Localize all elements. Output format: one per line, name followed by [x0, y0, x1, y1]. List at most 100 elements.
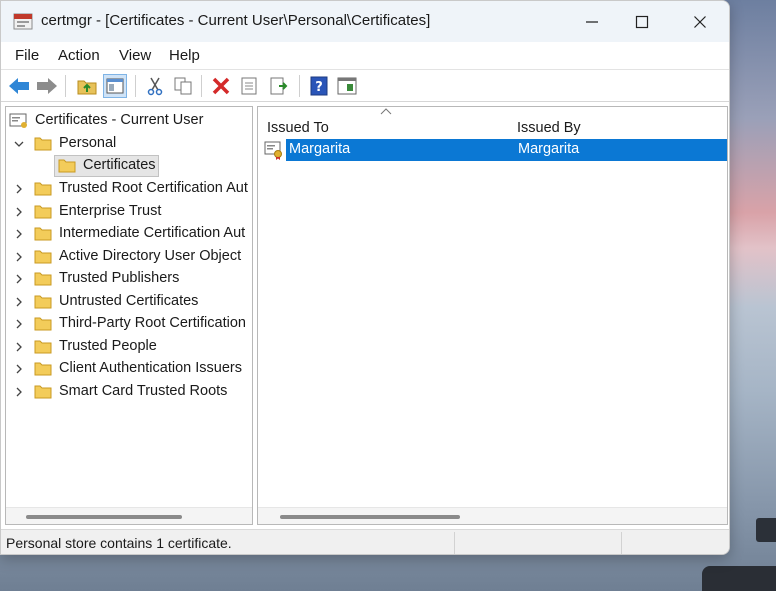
- toolbar-separator: [65, 75, 66, 97]
- folder-icon: [34, 272, 52, 286]
- menu-bar: File Action View Help: [1, 42, 729, 69]
- tree-item-label: Third-Party Root Certification: [59, 315, 246, 331]
- close-button[interactable]: [675, 1, 725, 42]
- folder-icon: [34, 182, 52, 196]
- tree-item[interactable]: Trusted Root Certification Aut: [6, 178, 252, 200]
- desktop-background-rock: [756, 518, 776, 542]
- back-button[interactable]: [7, 74, 31, 98]
- chevron-right-icon[interactable]: [13, 341, 25, 353]
- tree-root[interactable]: Certificates - Current User: [6, 110, 252, 132]
- status-bar: Personal store contains 1 certificate.: [1, 529, 729, 554]
- column-header-issued-by[interactable]: Issued By: [508, 107, 727, 139]
- back-arrow-icon: [9, 78, 29, 94]
- status-text: Personal store contains 1 certificate.: [6, 535, 232, 551]
- column-header-label: Issued To: [267, 120, 329, 136]
- properties-icon: [241, 77, 257, 95]
- help-button[interactable]: ?: [307, 74, 331, 98]
- tree-item-personal[interactable]: Personal: [6, 133, 252, 155]
- chevron-right-icon[interactable]: [13, 386, 25, 398]
- tree-item-label: Intermediate Certification Aut: [59, 225, 246, 241]
- properties-button[interactable]: [237, 74, 261, 98]
- tree-item-certificates[interactable]: Certificates: [6, 155, 252, 177]
- menu-view[interactable]: View: [119, 47, 151, 64]
- folder-icon: [34, 340, 52, 353]
- chevron-right-icon[interactable]: [13, 318, 25, 330]
- tree-item[interactable]: Active Directory User Object: [6, 246, 252, 268]
- chevron-right-icon[interactable]: [13, 206, 25, 218]
- tree-root-label: Certificates - Current User: [35, 112, 204, 128]
- folder-icon: [34, 137, 52, 151]
- certificate-row[interactable]: Margarita Margarita: [262, 139, 727, 161]
- tree-item-label: Certificates: [83, 157, 156, 173]
- scrollbar-thumb[interactable]: [280, 515, 460, 519]
- desktop-background-rock: [702, 566, 776, 591]
- export-list-button[interactable]: [267, 74, 291, 98]
- help-icon: ?: [310, 76, 328, 96]
- forward-button[interactable]: [35, 74, 59, 98]
- toolbar-separator: [299, 75, 300, 97]
- tree-item-label: Enterprise Trust: [59, 202, 162, 219]
- tree-item-label: Client Authentication Issuers: [59, 360, 242, 376]
- chevron-right-icon[interactable]: [13, 363, 25, 375]
- delete-button[interactable]: [209, 74, 233, 98]
- console-view-button[interactable]: [335, 74, 359, 98]
- menu-help[interactable]: Help: [169, 47, 200, 64]
- delete-icon: [212, 77, 230, 95]
- tree-item[interactable]: Intermediate Certification Aut: [6, 223, 252, 245]
- up-folder-icon: [77, 80, 97, 95]
- minimize-icon: [586, 20, 598, 23]
- tree-item-label: Untrusted Certificates: [59, 292, 199, 309]
- left-horizontal-scrollbar[interactable]: [6, 507, 252, 524]
- tree-item-label: Trusted Publishers: [59, 270, 180, 286]
- maximize-icon: [635, 15, 649, 28]
- chevron-right-icon[interactable]: [13, 251, 25, 263]
- certmgr-window: certmgr - [Certificates - Current User\P…: [0, 0, 730, 555]
- sort-ascending-icon: [380, 108, 392, 115]
- cell-issued-by: Margarita: [518, 141, 580, 157]
- svg-text:?: ?: [315, 80, 323, 95]
- copy-button[interactable]: [171, 74, 195, 98]
- chevron-right-icon[interactable]: [13, 273, 25, 285]
- certificate-list-pane[interactable]: Issued To Issued By Margarita Margarita: [257, 106, 728, 525]
- tree-item[interactable]: Client Authentication Issuers: [6, 358, 252, 380]
- chevron-down-icon[interactable]: [13, 138, 25, 150]
- column-header-label: Issued By: [517, 120, 581, 136]
- tree-item[interactable]: Smart Card Trusted Roots: [6, 381, 252, 403]
- tree-item-label: Trusted Root Certification Aut: [59, 180, 248, 196]
- console-tree-pane[interactable]: Certificates - Current User Personal Cer…: [5, 106, 253, 525]
- tree-item[interactable]: Untrusted Certificates: [6, 291, 252, 313]
- title-bar[interactable]: certmgr - [Certificates - Current User\P…: [1, 1, 729, 42]
- certmgr-app-icon: [13, 13, 33, 30]
- cut-button[interactable]: [143, 74, 167, 98]
- cell-issued-to: Margarita: [289, 141, 351, 157]
- chevron-right-icon[interactable]: [13, 183, 25, 195]
- right-horizontal-scrollbar[interactable]: [258, 507, 727, 524]
- menu-file[interactable]: File: [15, 47, 39, 64]
- status-divider: [621, 532, 622, 554]
- maximize-button[interactable]: [617, 1, 667, 42]
- folder-icon: [34, 250, 52, 263]
- tree-item-label: Trusted People: [59, 337, 157, 354]
- tree-item[interactable]: Third-Party Root Certification: [6, 313, 252, 335]
- chevron-right-icon[interactable]: [13, 296, 25, 308]
- tree-item[interactable]: Trusted People: [6, 336, 252, 358]
- folder-icon: [34, 205, 52, 218]
- up-one-level-button[interactable]: [75, 74, 99, 98]
- tree-item[interactable]: Trusted Publishers: [6, 268, 252, 290]
- certificate-icon: [264, 141, 282, 160]
- window-title: certmgr - [Certificates - Current User\P…: [41, 12, 431, 29]
- show-hide-console-tree-button[interactable]: [103, 74, 127, 98]
- menu-action[interactable]: Action: [58, 47, 100, 64]
- chevron-right-icon[interactable]: [13, 228, 25, 240]
- folder-icon: [34, 227, 52, 241]
- scrollbar-thumb[interactable]: [26, 515, 182, 519]
- folder-icon: [34, 362, 52, 376]
- export-icon: [270, 77, 288, 95]
- minimize-button[interactable]: [567, 1, 617, 42]
- forward-arrow-icon: [37, 78, 57, 94]
- copy-icon: [174, 77, 192, 95]
- tree-item-label: Smart Card Trusted Roots: [59, 382, 228, 399]
- tree-item[interactable]: Enterprise Trust: [6, 201, 252, 223]
- toolbar-separator: [135, 75, 136, 97]
- toolbar: ?: [1, 69, 729, 102]
